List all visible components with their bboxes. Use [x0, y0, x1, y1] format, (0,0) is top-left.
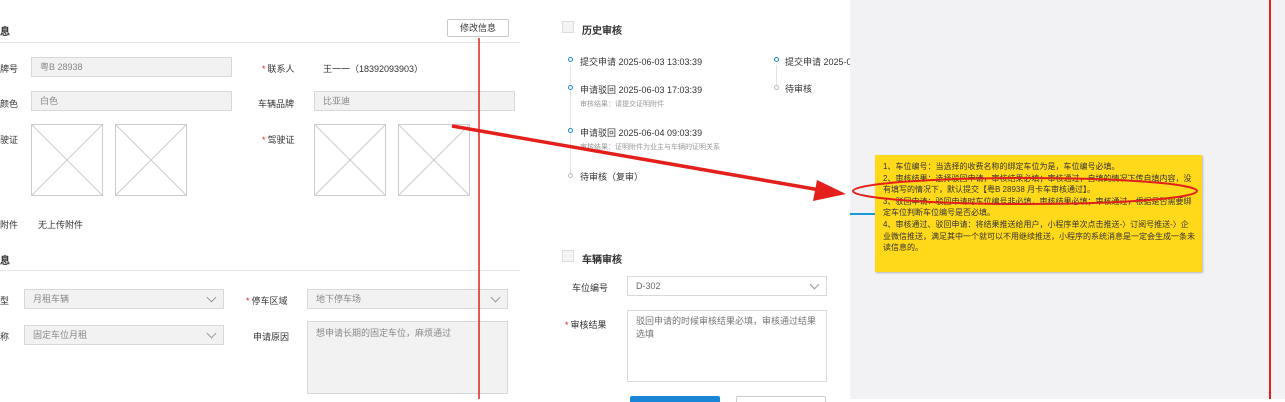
arrow-head-icon — [813, 180, 846, 201]
annotation-overlay — [451, 38, 1198, 399]
annotation-ellipse — [852, 177, 1198, 205]
annotation-arrow — [451, 124, 821, 192]
